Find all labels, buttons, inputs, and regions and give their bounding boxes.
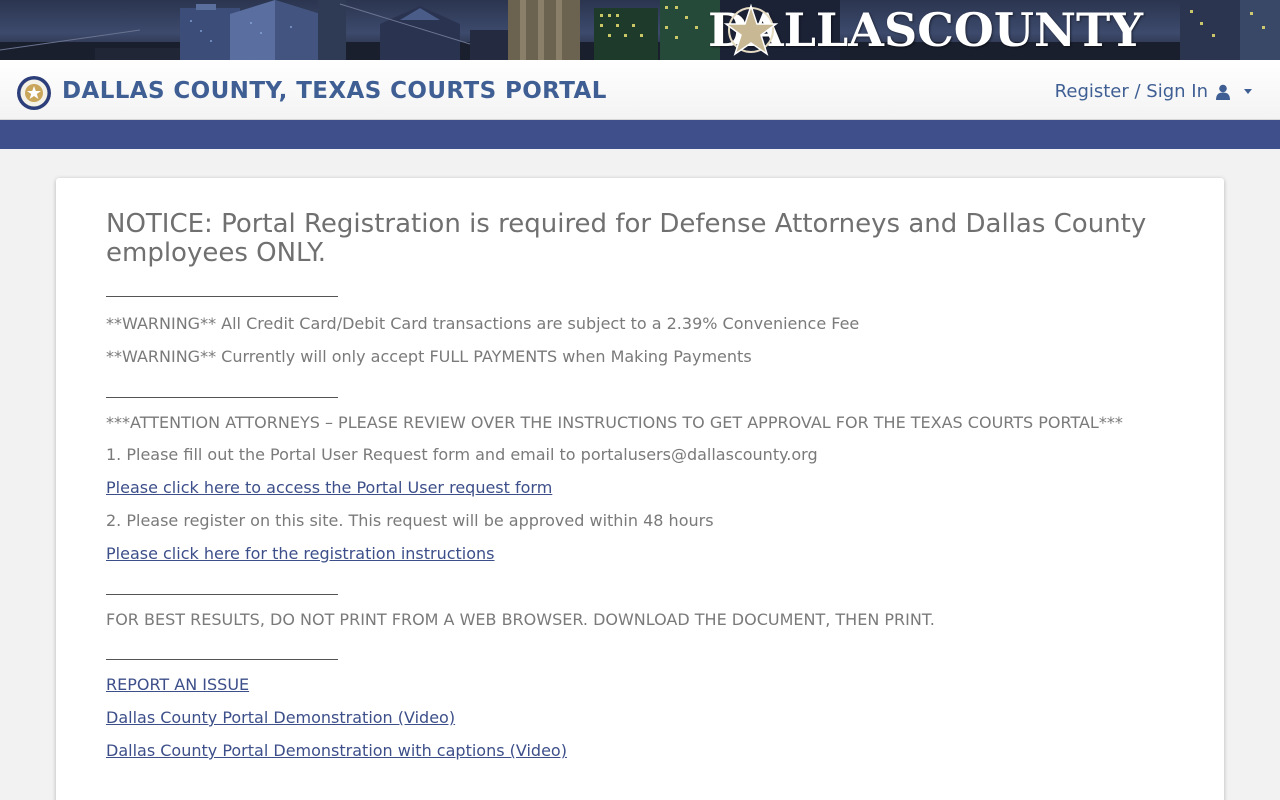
warning-fee-text: **WARNING** All Credit Card/Debit Card t… — [106, 314, 860, 333]
banner-title-right: COUNTY — [917, 3, 1144, 57]
banner-title: DALLAS COUNTY — [708, 2, 1143, 58]
notice-content: NOTICE: Portal Registration is required … — [106, 209, 1176, 760]
portal-demo-captions-video-link[interactable]: Dallas County Portal Demonstration with … — [106, 741, 567, 761]
signin-label: Register / Sign In — [1054, 81, 1208, 102]
user-icon — [1216, 84, 1230, 100]
star-icon — [723, 3, 779, 56]
header-banner: DALLAS COUNTY — [0, 0, 1280, 60]
divider — [106, 659, 338, 660]
divider — [106, 594, 338, 595]
notice-heading: NOTICE: Portal Registration is required … — [106, 209, 1147, 268]
chevron-down-icon — [1244, 89, 1252, 94]
step-2-text: 2. Please register on this site. This re… — [106, 511, 714, 530]
county-seal-icon[interactable] — [16, 75, 52, 111]
warning-full-payment-text: **WARNING** Currently will only accept F… — [106, 347, 752, 366]
print-note-text: FOR BEST RESULTS, DO NOT PRINT FROM A WE… — [106, 610, 935, 629]
divider — [106, 397, 338, 398]
attention-attorneys-text: ***ATTENTION ATTORNEYS – PLEASE REVIEW O… — [106, 413, 1123, 432]
divider — [106, 296, 338, 297]
registration-instructions-link[interactable]: Please click here for the registration i… — [106, 544, 495, 564]
nav-strip — [0, 120, 1280, 149]
portal-user-request-form-link[interactable]: Please click here to access the Portal U… — [106, 478, 552, 498]
report-issue-link[interactable]: REPORT AN ISSUE — [106, 675, 249, 695]
site-header: DALLAS COUNTY, TEXAS COURTS PORTAL Regis… — [0, 60, 1280, 120]
notice-card: NOTICE: Portal Registration is required … — [56, 178, 1224, 800]
portal-title[interactable]: DALLAS COUNTY, TEXAS COURTS PORTAL — [62, 78, 607, 104]
register-signin-dropdown[interactable]: Register / Sign In — [1055, 81, 1252, 102]
step-1-text: 1. Please fill out the Portal User Reque… — [106, 445, 818, 464]
portal-demo-video-link[interactable]: Dallas County Portal Demonstration (Vide… — [106, 708, 455, 728]
